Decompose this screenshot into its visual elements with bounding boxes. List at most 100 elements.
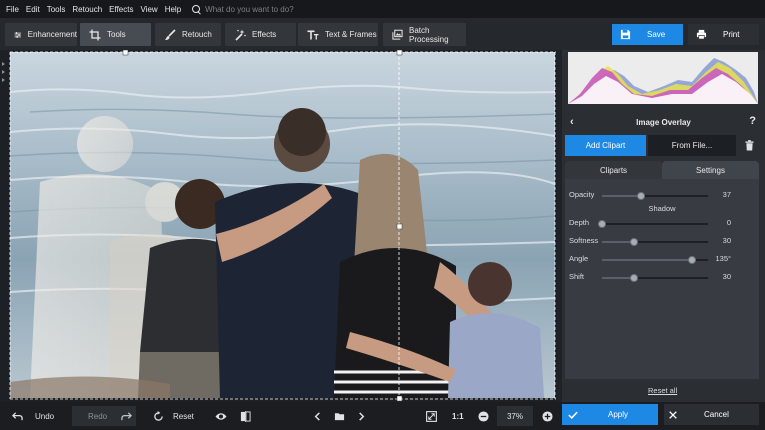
- angle-slider[interactable]: [602, 256, 708, 264]
- tab-label: Batch Processing: [408, 25, 449, 44]
- batch-icon: [392, 29, 403, 40]
- depth-slider[interactable]: [598, 220, 708, 228]
- reset-all-link[interactable]: Reset all: [648, 386, 677, 395]
- tab-batch-processing[interactable]: Batch Processing: [383, 23, 466, 46]
- panel-header: ‹ Image Overlay ?: [562, 111, 765, 133]
- search-input[interactable]: [205, 4, 346, 14]
- cancel-button[interactable]: Cancel: [664, 404, 759, 425]
- crop-handle: [396, 395, 403, 402]
- fit-screen-button[interactable]: [426, 402, 437, 430]
- zoom-in-button[interactable]: [542, 402, 553, 430]
- tab-effects[interactable]: Effects: [225, 23, 296, 46]
- slider-value: 30: [722, 272, 731, 281]
- printer-icon: [696, 29, 707, 40]
- add-clipart-button[interactable]: Add Clipart: [565, 135, 646, 156]
- reset-icon: [154, 410, 163, 421]
- check-icon: [568, 411, 578, 419]
- right-panel: ‹ Image Overlay ? Add Clipart From File.…: [562, 50, 765, 402]
- from-file-button[interactable]: From File...: [648, 135, 736, 156]
- zoom-out-button[interactable]: [478, 402, 489, 430]
- menu-retouch[interactable]: Retouch: [72, 5, 102, 14]
- crop-handle: [396, 50, 403, 56]
- depth-slider-row: Depth 0: [565, 217, 759, 229]
- zoom-in-icon: [542, 410, 553, 422]
- search-box: [192, 4, 346, 14]
- menu-edit[interactable]: Edit: [26, 5, 40, 14]
- redo-label-wrap: Redo: [88, 402, 133, 430]
- shift-slider-row: Shift 30: [565, 271, 759, 283]
- subtab-settings[interactable]: Settings: [662, 161, 759, 179]
- compare-button[interactable]: [240, 402, 251, 430]
- chevron-left-icon[interactable]: ‹: [570, 116, 574, 128]
- actual-size-button[interactable]: 1:1: [452, 402, 464, 430]
- next-image-button[interactable]: [356, 402, 367, 430]
- undo-button[interactable]: Undo: [12, 402, 54, 430]
- close-icon: [669, 410, 677, 419]
- slider-knob[interactable]: [637, 192, 646, 200]
- slider-label: Depth: [569, 218, 590, 227]
- open-folder-button[interactable]: [334, 402, 345, 430]
- shadow-heading: Shadow: [648, 204, 676, 213]
- menu-bar: File Edit Tools Retouch Effects View Hel…: [0, 0, 765, 18]
- slider-knob[interactable]: [688, 256, 697, 264]
- undo-label: Undo: [35, 411, 55, 421]
- shift-slider[interactable]: [602, 274, 708, 282]
- tab-enhancement[interactable]: Enhancement: [5, 23, 77, 46]
- slider-label: Angle: [569, 254, 589, 263]
- crop-handle: [122, 50, 129, 56]
- reset-button[interactable]: Reset: [153, 402, 194, 430]
- help-button[interactable]: ?: [749, 115, 756, 127]
- tab-label: Tools: [107, 30, 126, 39]
- preview-button[interactable]: [214, 402, 228, 430]
- slider-knob[interactable]: [598, 220, 606, 228]
- tab-label: Effects: [252, 30, 277, 39]
- settings-area: Opacity 37 Shadow Depth 0 Softness 30 An…: [565, 179, 759, 379]
- tab-label: Enhancement: [27, 30, 77, 39]
- menu-view[interactable]: View: [140, 5, 157, 14]
- chevron-right-icon: [2, 78, 5, 82]
- save-label: Save: [647, 30, 666, 39]
- subtab-cliparts[interactable]: Cliparts: [565, 161, 662, 179]
- softness-slider[interactable]: [602, 238, 708, 246]
- panel-subtabs: Cliparts Settings: [565, 161, 759, 179]
- zoom-level[interactable]: 37%: [497, 406, 533, 426]
- slider-value: 0: [726, 218, 731, 227]
- eye-icon: [215, 412, 227, 420]
- panel-title: Image Overlay: [636, 117, 691, 127]
- menu-tools[interactable]: Tools: [47, 5, 66, 14]
- tab-retouch[interactable]: Retouch: [155, 23, 221, 46]
- previous-image-button[interactable]: [312, 402, 323, 430]
- tab-text-frames[interactable]: Text & Frames: [298, 23, 378, 46]
- print-button[interactable]: Print: [688, 24, 759, 45]
- delete-button[interactable]: [738, 135, 760, 156]
- search-icon: [192, 4, 201, 14]
- slider-knob[interactable]: [629, 274, 638, 282]
- apply-button[interactable]: Apply: [562, 404, 658, 425]
- redo-icon: [121, 411, 133, 420]
- magic-wand-icon: [235, 29, 246, 41]
- filmstrip-toggle[interactable]: [0, 50, 9, 402]
- menu-file[interactable]: File: [6, 5, 19, 14]
- floppy-disk-icon: [620, 29, 631, 40]
- text-icon: [307, 30, 319, 39]
- chevron-right-icon: [359, 411, 365, 421]
- trash-icon: [744, 140, 754, 151]
- tab-tools[interactable]: Tools: [80, 23, 151, 46]
- slider-label: Shift: [569, 272, 585, 281]
- slider-value: 37: [722, 190, 731, 199]
- chevron-right-icon: [2, 70, 5, 74]
- image-canvas[interactable]: [9, 50, 557, 402]
- histogram: [568, 52, 758, 104]
- menu-effects[interactable]: Effects: [109, 5, 133, 14]
- chevron-left-icon: [314, 411, 320, 421]
- crop-overlay[interactable]: [9, 50, 557, 402]
- crop-icon: [89, 29, 101, 40]
- save-button[interactable]: Save: [612, 24, 683, 45]
- print-label: Print: [723, 30, 740, 39]
- menu-help[interactable]: Help: [165, 5, 181, 14]
- slider-knob[interactable]: [629, 238, 638, 246]
- slider-value: 30: [722, 236, 731, 245]
- opacity-slider[interactable]: [602, 192, 708, 200]
- angle-slider-row: Angle 135°: [565, 253, 759, 265]
- cancel-label: Cancel: [704, 410, 729, 419]
